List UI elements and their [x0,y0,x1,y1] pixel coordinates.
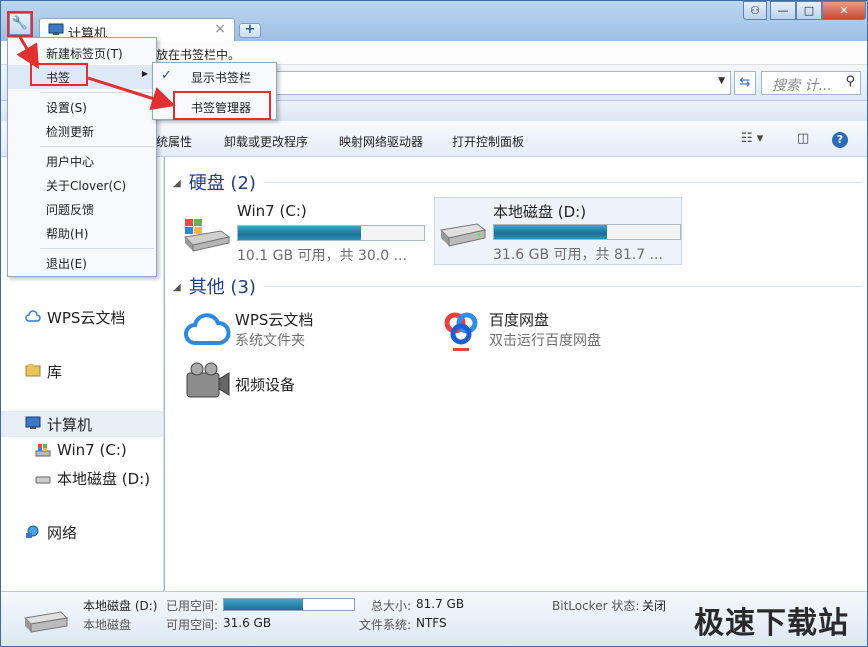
baidu-netdisk-icon [439,307,483,353]
chevron-right-icon: ▶ [141,69,148,78]
collapse-triangle-icon[interactable]: ◢ [173,282,181,293]
menu-item-new-tab[interactable]: 新建标签页(T) [8,41,156,65]
drive-usage-fill [494,225,608,239]
status-usage-fill [224,599,304,610]
checkmark-icon: ✓ [161,68,172,83]
sidebar-item-label: Win7 (C:) [57,441,127,459]
status-usage-bar [223,598,355,611]
sidebar-item-drive-d[interactable]: 本地磁盘 (D:) [11,465,173,491]
status-bitlocker-value: 关闭 [642,599,667,613]
status-used-label: 已用空间: [166,599,219,613]
maximize-button[interactable]: □ [796,1,822,20]
status-fs-label: 文件系统: [359,618,412,632]
item-baidu-netdisk[interactable]: 百度网盘 双击运行百度网盘 [437,307,677,357]
sidebar-item-label: WPS云文档 [47,309,126,327]
cmd-system-properties[interactable]: 统属性 [156,133,192,150]
menu-item-settings[interactable]: 设置(S) [8,95,156,119]
group-header-drives[interactable]: ◢ 硬盘 (2) [173,169,863,195]
item-wps-cloud[interactable]: WPS云文档 系统文件夹 [183,307,423,357]
sidebar-item-drive-c[interactable]: Win7 (C:) [11,438,173,464]
status-total-value: 81.7 GB [416,597,465,611]
content-pane: ◢ 硬盘 (2) Win7 (C:) 10.1 GB 可用，共 30.0 ... … [165,157,867,591]
drive-item-d[interactable]: 本地磁盘 (D:) 31.6 GB 可用，共 81.7 ... [434,197,682,265]
menu-item-check-update[interactable]: 检测更新 [8,119,156,143]
windows-drive-icon [35,444,51,457]
drive-usage-fill [238,226,361,240]
group-label: 其他 (3) [188,277,256,298]
new-tab-button[interactable]: + [239,23,261,38]
collapse-triangle-icon[interactable]: ◢ [173,178,181,189]
sidebar-item-computer[interactable]: 计算机 [1,411,163,437]
item-desc: 系统文件夹 [235,333,305,349]
tab-close-icon[interactable]: × [214,21,226,37]
menu-item-help[interactable]: 帮助(H) [8,221,156,245]
chevron-down-icon[interactable]: ▼ [718,76,725,86]
item-name: 百度网盘 [489,311,550,329]
sidebar-item-label: 本地磁盘 (D:) [57,470,151,488]
drive-space: 31.6 GB 可用，共 81.7 ... [493,247,663,263]
cloud-icon [184,313,231,345]
highlight-box-bookmarks [30,63,88,86]
sidebar-item-wps-cloud[interactable]: WPS云文档 [1,304,163,330]
menu-item-exit[interactable]: 退出(E) [8,251,156,275]
group-header-other[interactable]: ◢ 其他 (3) [173,273,863,299]
cmd-open-control-panel[interactable]: 打开控制面板 [452,133,524,150]
drive-item-c[interactable]: Win7 (C:) 10.1 GB 可用，共 30.0 ... [179,199,427,267]
sidebar-item-label: 网络 [47,524,78,542]
network-icon [26,525,39,538]
item-name: 视频设备 [235,376,296,394]
refresh-icon[interactable]: ⇆ [734,71,756,95]
sidebar-item-label: 计算机 [47,416,93,434]
status-free-value: 31.6 GB [223,616,272,630]
computer-icon [48,23,64,35]
drive-space: 10.1 GB 可用，共 30.0 ... [237,248,407,264]
search-icon[interactable]: ⚲ [845,74,855,89]
search-placeholder: 搜索 计... [772,78,832,94]
search-input[interactable]: 搜索 计... ⚲ [761,71,861,95]
watermark: 极速下载站 [694,606,849,641]
cmd-map-network-drive[interactable]: 映射网络驱动器 [339,133,423,150]
close-button[interactable]: ✕ [822,1,866,20]
cloud-icon [25,310,41,322]
status-fs-value: NTFS [416,616,447,630]
address-bar[interactable]: ▼ [261,71,731,95]
sidebar-item-library[interactable]: 库 [1,358,163,384]
drive-usage-bar [493,224,681,240]
windows-drive-icon [183,219,231,252]
drive-icon [35,476,51,484]
status-total-label: 总大小: [371,599,412,613]
notice-text: 放在书签栏中。 [156,48,241,62]
folder-icon [25,364,41,377]
menu-item-user-center[interactable]: 用户中心 [8,149,156,173]
preview-pane-icon[interactable]: ◫ [797,131,809,146]
drive-name: 本地磁盘 (D:) [493,203,587,221]
camera-icon [186,362,230,398]
status-free-label: 可用空间: [166,618,219,632]
drive-icon [439,223,487,247]
sidebar-item-network[interactable]: 网络 [1,519,163,545]
drive-name: Win7 (C:) [237,202,307,220]
view-options-icon[interactable]: ☷ ▾ [741,131,763,146]
sidebar-item-label: 库 [47,363,63,381]
status-drive-name: 本地磁盘 (D:) [83,599,158,613]
title-bar: 🔧 计算机 × + ⚇ — □ ✕ [1,1,867,42]
drive-usage-bar [237,225,425,241]
item-desc: 双击运行百度网盘 [489,333,601,349]
item-name: WPS云文档 [235,311,314,329]
drive-icon [23,611,69,633]
cmd-uninstall-program[interactable]: 卸载或更改程序 [224,133,308,150]
item-video-device[interactable]: 视频设备 [183,361,423,411]
status-drive-type: 本地磁盘 [83,618,132,632]
submenu-show-bookmark-bar[interactable]: 显示书签栏 [191,69,251,86]
computer-icon [25,416,41,429]
minimize-button[interactable]: — [770,1,796,20]
menu-item-about[interactable]: 关于Clover(C) [8,173,156,197]
highlight-box-manager [173,91,271,120]
group-label: 硬盘 (2) [188,173,256,194]
menu-item-feedback[interactable]: 问题反馈 [8,197,156,221]
highlight-box-wrench [7,11,33,37]
user-icon[interactable]: ⚇ [743,1,767,20]
status-bitlocker-label: BitLocker 状态: [552,599,640,613]
help-icon[interactable]: ? [832,132,848,148]
